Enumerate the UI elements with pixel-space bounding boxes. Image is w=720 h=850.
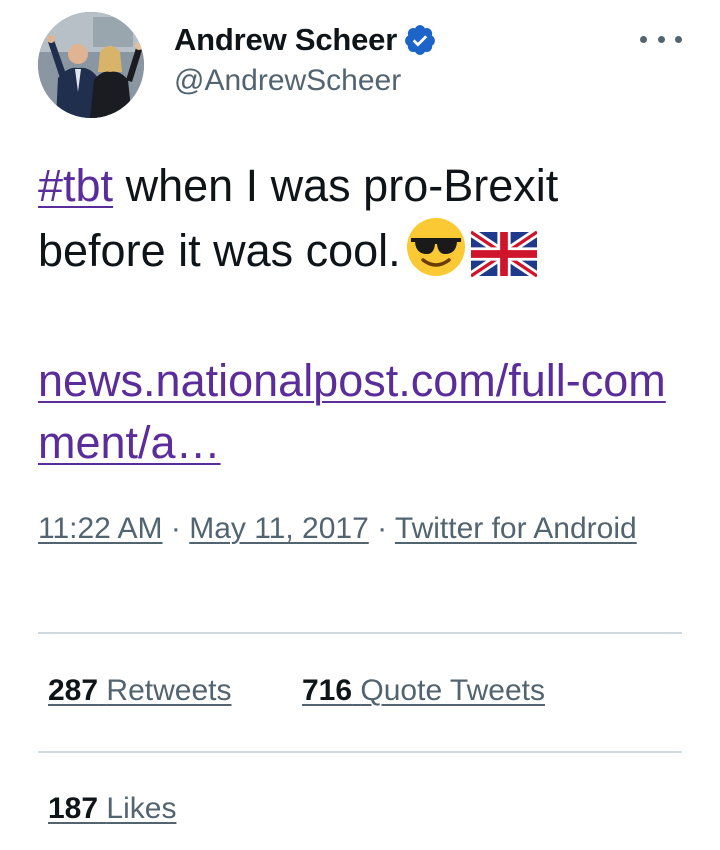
likes-count: 187 (48, 792, 99, 825)
retweets-stat[interactable]: 287 Retweets (48, 674, 231, 708)
tweet-url-text[interactable]: news.nationalpost.com/full-comment/a… (38, 355, 666, 468)
tweet-time-link[interactable]: 11:22 AM (38, 512, 163, 545)
uk-flag-emoji-icon (468, 228, 540, 293)
sunglasses-emoji-icon (405, 216, 467, 293)
author-display-name[interactable]: Andrew Scheer (174, 22, 397, 58)
dot (657, 35, 665, 43)
profile-photo (38, 12, 144, 118)
divider (38, 751, 682, 753)
tweet-url-link[interactable]: news.nationalpost.com/full-comment/a… (38, 350, 688, 474)
tweet-meta: 11:22 AM · May 11, 2017 · Twitter for An… (38, 506, 658, 552)
verified-badge-icon (403, 23, 437, 57)
tweet-source-link[interactable]: Twitter for Android (395, 512, 637, 545)
hashtag-link[interactable]: #tbt (38, 160, 113, 211)
divider (38, 632, 682, 634)
author-handle[interactable]: @AndrewScheer (174, 64, 401, 98)
dot (675, 35, 682, 43)
meta-separator: · (170, 512, 181, 545)
author-name-row[interactable]: Andrew Scheer (174, 20, 437, 60)
likes-stat[interactable]: 187 Likes (48, 792, 176, 826)
likes-label: Likes (106, 792, 177, 825)
tweet-text: #tbt when I was pro-Brexit before it was… (38, 156, 688, 293)
dot (640, 35, 647, 43)
more-options-icon[interactable] (640, 28, 682, 50)
tweet-date-link[interactable]: May 11, 2017 (189, 512, 369, 545)
meta-separator: · (377, 512, 388, 545)
author-avatar[interactable] (38, 12, 144, 118)
quote-tweets-label: Quote Tweets (360, 674, 545, 707)
retweets-label: Retweets (106, 674, 232, 707)
quote-tweets-count: 716 (302, 674, 353, 707)
quote-tweets-stat[interactable]: 716 Quote Tweets (302, 674, 545, 708)
retweets-count: 287 (48, 674, 99, 707)
